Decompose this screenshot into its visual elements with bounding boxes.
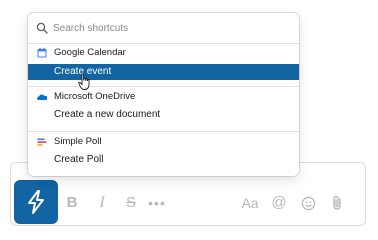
mention-button[interactable]: @ xyxy=(269,192,289,214)
search-bar xyxy=(28,13,299,43)
search-input[interactable] xyxy=(53,19,288,37)
google-calendar-icon xyxy=(37,48,47,58)
formatting-toolbar: B I S ••• Aa @ xyxy=(11,185,365,223)
format-toggle-button[interactable]: Aa xyxy=(239,192,261,214)
emoji-icon[interactable] xyxy=(299,192,317,214)
item-label: Create a new document xyxy=(54,109,161,120)
group-header-google-calendar: Google Calendar xyxy=(28,45,299,61)
more-formatting-button[interactable]: ••• xyxy=(145,192,169,214)
divider xyxy=(28,43,299,44)
bold-button[interactable]: B xyxy=(63,192,81,214)
group-header-simple-poll: Simple Poll xyxy=(28,134,299,150)
simple-poll-icon xyxy=(37,138,47,146)
group-label: Google Calendar xyxy=(54,47,126,58)
group-header-onedrive: Microsoft OneDrive xyxy=(28,89,299,105)
italic-button[interactable]: I xyxy=(93,192,111,214)
group-label: Simple Poll xyxy=(54,136,102,147)
shortcut-item-create-document[interactable]: Create a new document xyxy=(28,107,299,123)
divider xyxy=(28,86,299,87)
shortcuts-menu: Google Calendar Create event Microsoft O… xyxy=(28,13,299,176)
lightning-icon xyxy=(28,190,44,214)
strikethrough-button[interactable]: S xyxy=(122,192,140,214)
shortcut-item-create-event[interactable]: Create event xyxy=(28,64,299,80)
item-label: Create Poll xyxy=(54,154,104,165)
attach-file-icon[interactable] xyxy=(328,192,346,214)
onedrive-icon xyxy=(37,94,47,100)
search-icon xyxy=(36,22,48,34)
group-label: Microsoft OneDrive xyxy=(54,91,136,102)
divider xyxy=(28,131,299,132)
shortcuts-button[interactable] xyxy=(14,180,58,224)
hand-cursor-icon xyxy=(78,73,90,90)
shortcut-item-create-poll[interactable]: Create Poll xyxy=(28,152,299,168)
